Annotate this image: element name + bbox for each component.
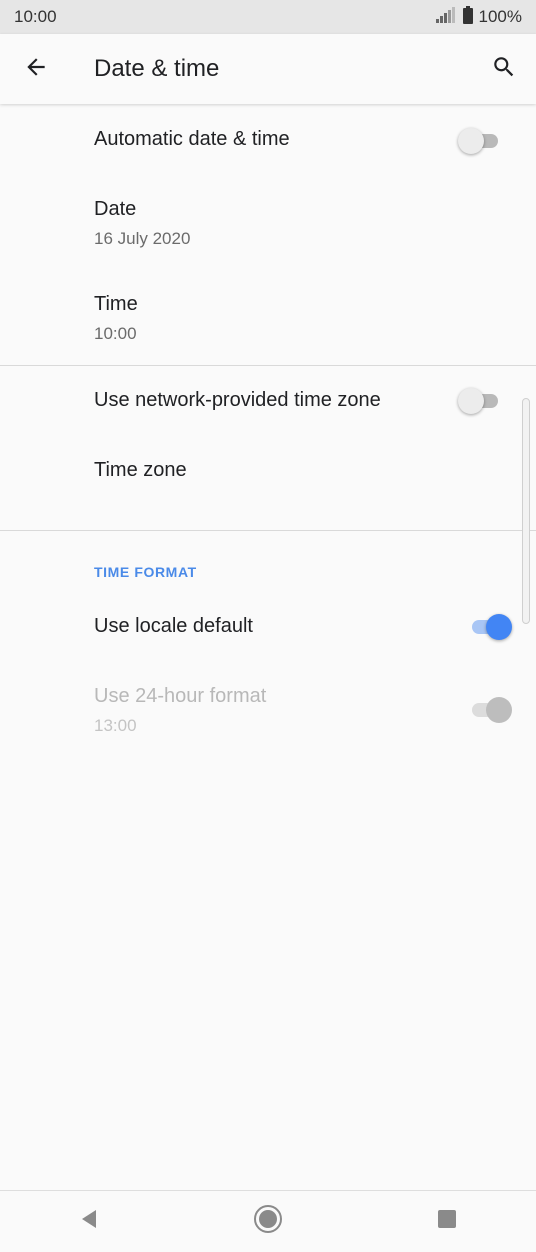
date-value: 16 July 2020 [94, 229, 191, 248]
battery-icon [462, 5, 473, 29]
nav-recents-icon [436, 1208, 458, 1235]
nav-home-button[interactable] [228, 1191, 308, 1252]
use-24-hour-format-item: Use 24-hour format 13:00 [94, 685, 514, 736]
date-item[interactable]: Date 16 July 2020 [94, 198, 514, 249]
network-time-zone-item[interactable]: Use network-provided time zone [94, 389, 514, 412]
switch-thumb [486, 697, 512, 723]
nav-recents-button[interactable] [407, 1191, 487, 1252]
status-icons: 100% [435, 5, 522, 29]
use-locale-default-label: Use locale default [94, 615, 253, 637]
time-value: 10:00 [94, 324, 137, 343]
nav-back-icon [78, 1208, 100, 1235]
divider [0, 530, 536, 531]
status-bar: 10:00 100% [0, 0, 536, 34]
date-time-settings-screen: 10:00 100% Date & time Automatic date & … [0, 0, 536, 1252]
network-time-zone-switch[interactable] [458, 388, 502, 414]
divider [0, 365, 536, 366]
automatic-date-time-label: Automatic date & time [94, 128, 290, 150]
time-label: Time [94, 293, 138, 315]
status-time: 10:00 [14, 7, 57, 26]
page-title: Date & time [94, 55, 220, 82]
automatic-date-time-switch[interactable] [458, 128, 502, 154]
network-time-zone-label: Use network-provided time zone [94, 389, 381, 411]
search-icon [491, 54, 517, 85]
use-24-hour-format-example: 13:00 [94, 716, 137, 735]
date-label: Date [94, 198, 137, 220]
back-button[interactable] [0, 34, 72, 104]
time-zone-label: Time zone [94, 459, 187, 481]
scrollbar[interactable] [522, 398, 530, 624]
automatic-date-time-item[interactable]: Automatic date & time [94, 128, 514, 151]
search-button[interactable] [472, 34, 536, 104]
use-locale-default-switch[interactable] [468, 614, 512, 640]
nav-home-icon [253, 1204, 283, 1239]
switch-thumb [458, 128, 484, 154]
nav-back-button[interactable] [49, 1191, 129, 1252]
time-zone-item[interactable]: Time zone [94, 459, 514, 482]
use-24-hour-format-label: Use 24-hour format [94, 685, 267, 707]
switch-thumb [486, 614, 512, 640]
battery-percent: 100% [478, 7, 522, 26]
use-locale-default-item[interactable]: Use locale default [94, 615, 514, 638]
signal-icon [435, 6, 457, 28]
back-arrow-icon [23, 54, 49, 85]
use-24-hour-format-switch [468, 697, 512, 723]
app-bar: Date & time [0, 34, 536, 104]
time-item[interactable]: Time 10:00 [94, 293, 514, 344]
navigation-bar [0, 1190, 536, 1252]
time-format-header: TIME FORMAT [94, 564, 197, 580]
switch-thumb [458, 388, 484, 414]
